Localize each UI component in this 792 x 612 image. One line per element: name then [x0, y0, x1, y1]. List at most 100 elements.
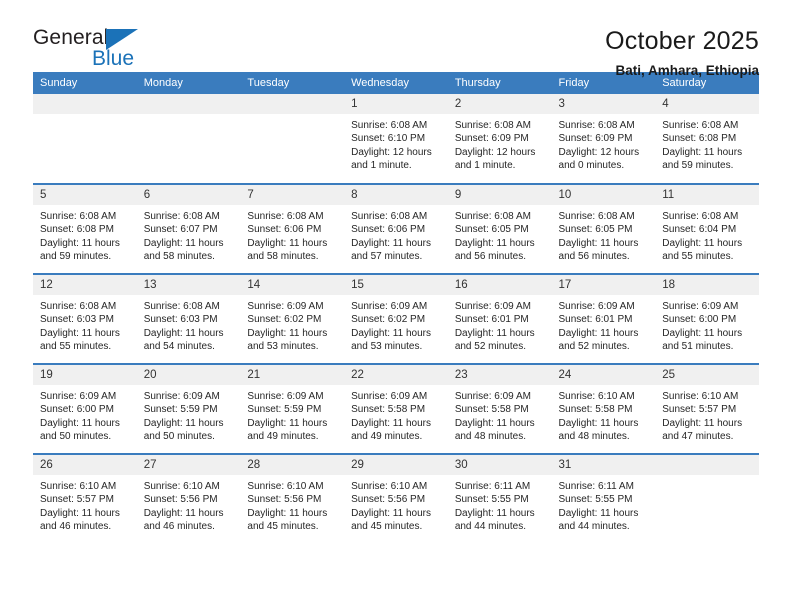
- day-details: Sunrise: 6:08 AM Sunset: 6:08 PM Daylight:…: [655, 114, 759, 173]
- calendar-day-cell[interactable]: 12 Sunrise: 6:08 AM Sunset: 6:03 PM Dayligh…: [33, 273, 137, 364]
- calendar-day-cell[interactable]: 6 Sunrise: 6:08 AM Sunset: 6:07 PM Daylight…: [136, 183, 241, 274]
- day-cell-inner: 19 Sunrise: 6:09 AM Sunset: 6:00 PM Dayligh…: [33, 365, 137, 453]
- daylight-text: Daylight: 11 hours and 52 minutes.: [454, 327, 535, 353]
- day-cell-inner: 31 Sunrise: 6:11 AM Sunset: 5:55 PM Dayligh…: [551, 455, 656, 544]
- day-details: Sunrise: 6:09 AM Sunset: 6:01 PM Daylight:…: [448, 295, 552, 354]
- sunset-text: Sunset: 5:58 PM: [351, 404, 426, 416]
- calendar-day-cell[interactable]: 8 Sunrise: 6:08 AM Sunset: 6:06 PM Daylight…: [344, 183, 448, 274]
- daylight-text: Daylight: 12 hours and 1 minute.: [454, 146, 536, 172]
- calendar-day-cell[interactable]: 3 Sunrise: 6:08 AM Sunset: 6:09 PM Daylight…: [551, 94, 656, 184]
- sunset-text: Sunset: 5:58 PM: [558, 404, 633, 416]
- day-number: 3: [551, 94, 656, 114]
- calendar-body: 1 Sunrise: 6:08 AM Sunset: 6:10 PM Daylight…: [33, 94, 759, 544]
- calendar-week-row: 26 Sunrise: 6:10 AM Sunset: 5:57 PM Dayligh…: [33, 453, 759, 544]
- daylight-text: Daylight: 11 hours and 59 minutes.: [662, 146, 743, 172]
- sunset-text: Sunset: 6:02 PM: [247, 314, 322, 326]
- daylight-text: Daylight: 11 hours and 48 minutes.: [454, 417, 535, 443]
- calendar-week-row: 19 Sunrise: 6:09 AM Sunset: 6:00 PM Dayligh…: [33, 363, 759, 454]
- sunrise-text: Sunrise: 6:10 AM: [40, 481, 117, 492]
- calendar-week-row: 12 Sunrise: 6:08 AM Sunset: 6:03 PM Dayligh…: [33, 273, 759, 364]
- day-details: Sunrise: 6:09 AM Sunset: 6:02 PM Daylight:…: [240, 295, 344, 354]
- calendar-day-cell[interactable]: 4 Sunrise: 6:08 AM Sunset: 6:08 PM Daylight…: [655, 94, 759, 184]
- calendar-day-cell[interactable]: 7 Sunrise: 6:08 AM Sunset: 6:06 PM Daylight…: [240, 183, 345, 274]
- sunrise-text: Sunrise: 6:09 AM: [143, 391, 220, 402]
- sunset-text: Sunset: 6:09 PM: [558, 133, 633, 145]
- day-number: 23: [447, 365, 552, 385]
- sunrise-text: Sunrise: 6:09 AM: [247, 391, 324, 402]
- day-number: 6: [136, 185, 241, 205]
- sunset-text: Sunset: 5:55 PM: [454, 494, 529, 506]
- calendar-day-cell[interactable]: 5 Sunrise: 6:08 AM Sunset: 6:08 PM Daylight…: [33, 183, 137, 274]
- day-number: 20: [136, 365, 241, 385]
- daylight-text: Daylight: 11 hours and 47 minutes.: [662, 417, 743, 443]
- calendar-day-cell[interactable]: 27 Sunrise: 6:10 AM Sunset: 5:56 PM Dayligh…: [136, 453, 241, 544]
- day-details: Sunrise: 6:08 AM Sunset: 6:09 PM Daylight:…: [552, 114, 656, 173]
- generalblue-logo[interactable]: General Blue: [33, 26, 163, 72]
- calendar-day-cell[interactable]: 17 Sunrise: 6:09 AM Sunset: 6:01 PM Dayligh…: [551, 273, 656, 364]
- daylight-text: Daylight: 11 hours and 44 minutes.: [454, 507, 535, 533]
- calendar-week-row: 5 Sunrise: 6:08 AM Sunset: 6:08 PM Daylight…: [33, 183, 759, 274]
- calendar-day-cell[interactable]: 18 Sunrise: 6:09 AM Sunset: 6:00 PM Dayligh…: [655, 273, 759, 364]
- calendar-day-cell[interactable]: 26 Sunrise: 6:10 AM Sunset: 5:57 PM Dayligh…: [33, 453, 137, 544]
- day-number: 11: [655, 185, 759, 205]
- sunrise-text: Sunrise: 6:10 AM: [351, 481, 428, 492]
- calendar-day-cell[interactable]: 1 Sunrise: 6:08 AM Sunset: 6:10 PM Daylight…: [344, 94, 448, 184]
- sunrise-text: Sunrise: 6:11 AM: [454, 481, 531, 492]
- calendar-day-cell[interactable]: 2 Sunrise: 6:08 AM Sunset: 6:09 PM Daylight…: [447, 94, 552, 184]
- calendar-day-cell[interactable]: 23 Sunrise: 6:09 AM Sunset: 5:58 PM Dayligh…: [447, 363, 552, 454]
- daylight-text: Daylight: 11 hours and 45 minutes.: [247, 507, 328, 533]
- calendar-day-cell[interactable]: 10 Sunrise: 6:08 AM Sunset: 6:05 PM Dayligh…: [551, 183, 656, 274]
- day-number: 26: [33, 455, 137, 475]
- day-cell-inner: 11 Sunrise: 6:08 AM Sunset: 6:04 PM Dayligh…: [655, 185, 759, 273]
- weekday-header-wednesday: Wednesday: [344, 72, 448, 94]
- day-cell-inner: 6 Sunrise: 6:08 AM Sunset: 6:07 PM Daylight…: [136, 185, 241, 273]
- logo-text-blue: Blue: [92, 47, 135, 70]
- sunrise-text: Sunrise: 6:08 AM: [454, 120, 531, 131]
- sunrise-text: Sunrise: 6:08 AM: [662, 120, 739, 131]
- day-number: 21: [240, 365, 345, 385]
- day-number: 27: [136, 455, 241, 475]
- calendar-day-cell[interactable]: 31 Sunrise: 6:11 AM Sunset: 5:55 PM Dayligh…: [551, 453, 656, 544]
- day-cell-inner: 15 Sunrise: 6:09 AM Sunset: 6:02 PM Dayligh…: [344, 275, 448, 363]
- sunset-text: Sunset: 6:06 PM: [351, 224, 426, 236]
- daylight-text: Daylight: 12 hours and 0 minutes.: [558, 146, 640, 172]
- daylight-text: Daylight: 11 hours and 45 minutes.: [351, 507, 431, 533]
- day-cell-inner: 16 Sunrise: 6:09 AM Sunset: 6:01 PM Dayligh…: [447, 275, 552, 363]
- daylight-text: Daylight: 11 hours and 53 minutes.: [351, 327, 431, 353]
- calendar-day-cell[interactable]: 9 Sunrise: 6:08 AM Sunset: 6:05 PM Daylight…: [447, 183, 552, 274]
- calendar-day-cell[interactable]: 14 Sunrise: 6:09 AM Sunset: 6:02 PM Dayligh…: [240, 273, 345, 364]
- day-number: 30: [447, 455, 552, 475]
- sunrise-text: Sunrise: 6:10 AM: [558, 391, 635, 402]
- sunrise-text: Sunrise: 6:09 AM: [40, 391, 117, 402]
- day-number: 5: [33, 185, 137, 205]
- day-number: [136, 94, 241, 114]
- calendar-day-cell[interactable]: 29 Sunrise: 6:10 AM Sunset: 5:56 PM Dayligh…: [344, 453, 448, 544]
- calendar-day-cell[interactable]: 24 Sunrise: 6:10 AM Sunset: 5:58 PM Dayligh…: [551, 363, 656, 454]
- day-number: 24: [551, 365, 656, 385]
- day-cell-inner: [655, 455, 759, 544]
- daylight-text: Daylight: 11 hours and 44 minutes.: [558, 507, 639, 533]
- calendar-day-cell[interactable]: 19 Sunrise: 6:09 AM Sunset: 6:00 PM Dayligh…: [33, 363, 137, 454]
- daylight-text: Daylight: 11 hours and 58 minutes.: [143, 237, 224, 263]
- sunset-text: Sunset: 5:58 PM: [454, 404, 529, 416]
- day-details: Sunrise: 6:08 AM Sunset: 6:06 PM Daylight:…: [240, 205, 344, 264]
- calendar-day-cell[interactable]: 22 Sunrise: 6:09 AM Sunset: 5:58 PM Dayligh…: [344, 363, 448, 454]
- sunrise-text: Sunrise: 6:09 AM: [247, 301, 324, 312]
- calendar-day-cell[interactable]: 15 Sunrise: 6:09 AM Sunset: 6:02 PM Dayligh…: [344, 273, 448, 364]
- calendar-day-cell[interactable]: 28 Sunrise: 6:10 AM Sunset: 5:56 PM Dayligh…: [240, 453, 345, 544]
- calendar-day-cell[interactable]: 16 Sunrise: 6:09 AM Sunset: 6:01 PM Dayligh…: [447, 273, 552, 364]
- daylight-text: Daylight: 11 hours and 53 minutes.: [247, 327, 328, 353]
- calendar-day-cell[interactable]: 30 Sunrise: 6:11 AM Sunset: 5:55 PM Dayligh…: [447, 453, 552, 544]
- day-cell-inner: [240, 94, 345, 183]
- sunrise-text: Sunrise: 6:10 AM: [143, 481, 220, 492]
- daylight-text: Daylight: 11 hours and 52 minutes.: [558, 327, 639, 353]
- calendar-day-cell[interactable]: 13 Sunrise: 6:08 AM Sunset: 6:03 PM Dayligh…: [136, 273, 241, 364]
- calendar-day-cell[interactable]: 20 Sunrise: 6:09 AM Sunset: 5:59 PM Dayligh…: [136, 363, 241, 454]
- page-header: General Blue October 2025 Bati, Amhara, …: [33, 0, 759, 78]
- sunrise-text: Sunrise: 6:08 AM: [558, 211, 635, 222]
- day-details: Sunrise: 6:10 AM Sunset: 5:57 PM Daylight:…: [655, 385, 759, 444]
- sunrise-text: Sunrise: 6:08 AM: [351, 120, 428, 131]
- calendar-day-cell[interactable]: 21 Sunrise: 6:09 AM Sunset: 5:59 PM Dayligh…: [240, 363, 345, 454]
- calendar-day-cell[interactable]: 11 Sunrise: 6:08 AM Sunset: 6:04 PM Dayligh…: [655, 183, 759, 274]
- calendar-day-cell[interactable]: 25 Sunrise: 6:10 AM Sunset: 5:57 PM Dayligh…: [655, 363, 759, 454]
